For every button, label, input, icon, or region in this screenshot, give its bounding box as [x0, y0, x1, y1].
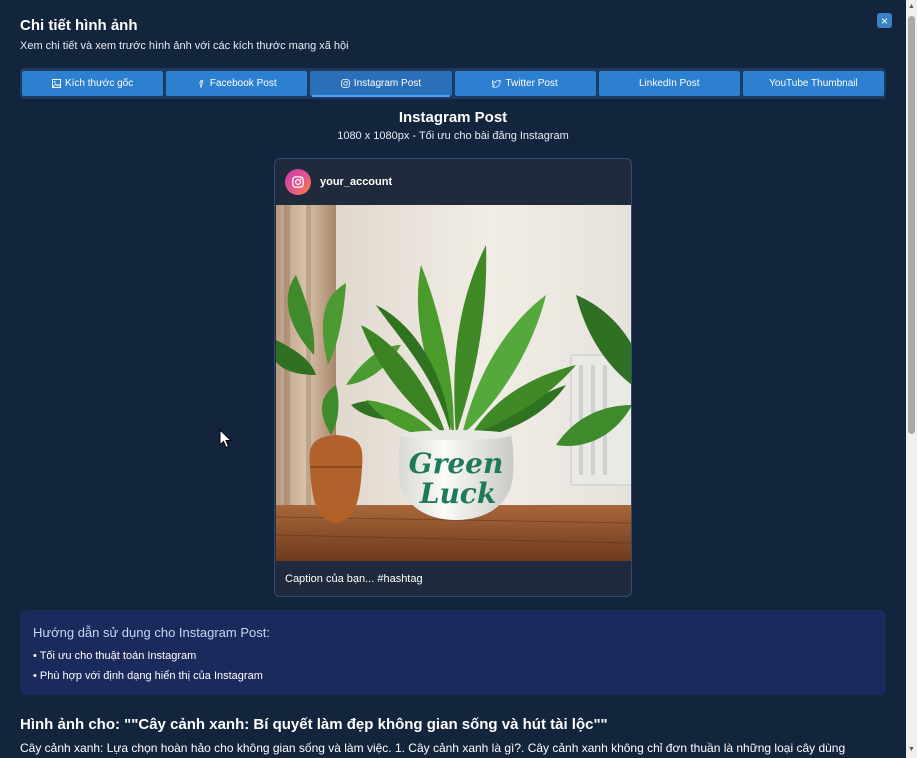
- vertical-scrollbar[interactable]: ▲ ▼: [906, 0, 917, 758]
- avatar: [285, 169, 311, 195]
- tab-linkedin-post[interactable]: LinkedIn Post: [598, 71, 740, 96]
- instagram-icon: [341, 79, 350, 88]
- pot-text-green: Green: [409, 447, 504, 480]
- post-image: Green Luck: [276, 205, 631, 561]
- modal-subtitle: Xem chi tiết và xem trước hình ảnh với c…: [20, 40, 349, 52]
- account-name: your_account: [320, 176, 393, 188]
- tab-label: Twitter Post: [505, 78, 558, 89]
- preview-title: Instagram Post: [398, 109, 508, 126]
- tab-twitter-post[interactable]: Twitter Post: [454, 71, 596, 96]
- instagram-post-preview: your_account Green Luck Caption của bạn.…: [274, 158, 632, 597]
- post-title: Hình ảnh cho: ""Cây cảnh xanh: Bí quyết …: [20, 716, 608, 733]
- tab-instagram-post[interactable]: Instagram Post: [310, 71, 452, 97]
- instagram-icon: [292, 176, 304, 188]
- pot-text-luck: Luck: [419, 477, 497, 510]
- tab-facebook-post[interactable]: Facebook Post: [166, 71, 308, 96]
- mouse-cursor-icon: [219, 429, 233, 449]
- image-detail-modal: Chi tiết hình ảnh Xem chi tiết và xem tr…: [0, 0, 906, 758]
- tab-label: Kích thước gốc: [64, 78, 134, 89]
- image-icon: [51, 79, 61, 88]
- twitter-icon: [492, 79, 502, 88]
- tab-label: Instagram Post: [353, 78, 422, 89]
- post-header: your_account: [275, 159, 631, 205]
- post-caption: Caption của bạn... #hashtag: [285, 573, 423, 585]
- scrollbar-thumb[interactable]: [908, 16, 915, 434]
- tab-label: LinkedIn Post: [638, 78, 700, 89]
- tab-label: YouTube Thumbnail: [769, 78, 858, 89]
- guide-item: • Phù hợp với định dạng hiển thị của Ins…: [33, 670, 263, 682]
- close-button[interactable]: ×: [877, 13, 892, 28]
- scroll-down-icon[interactable]: ▼: [906, 745, 917, 755]
- close-icon: ×: [880, 13, 888, 28]
- usage-guide: Hướng dẫn sử dụng cho Instagram Post: • …: [20, 610, 886, 695]
- post-body: Cây cảnh xanh: Lựa chọn hoàn hảo cho khô…: [20, 741, 846, 755]
- scroll-up-icon[interactable]: ▲: [906, 2, 917, 12]
- tab-youtube-thumbnail[interactable]: YouTube Thumbnail: [742, 71, 885, 96]
- tab-label: Facebook Post: [209, 78, 277, 89]
- tab-original-size[interactable]: Kích thước gốc: [22, 71, 164, 96]
- plant-photo: Green Luck: [276, 205, 631, 561]
- preview-subtitle: 1080 x 1080px - Tối ưu cho bài đăng Inst…: [337, 130, 569, 142]
- guide-title: Hướng dẫn sử dụng cho Instagram Post:: [33, 625, 270, 640]
- facebook-icon: [199, 80, 204, 88]
- guide-item: • Tối ưu cho thuật toán Instagram: [33, 650, 197, 662]
- modal-title: Chi tiết hình ảnh: [20, 17, 138, 34]
- size-tabs: Kích thước gốc Facebook Post Instagram P…: [20, 68, 886, 99]
